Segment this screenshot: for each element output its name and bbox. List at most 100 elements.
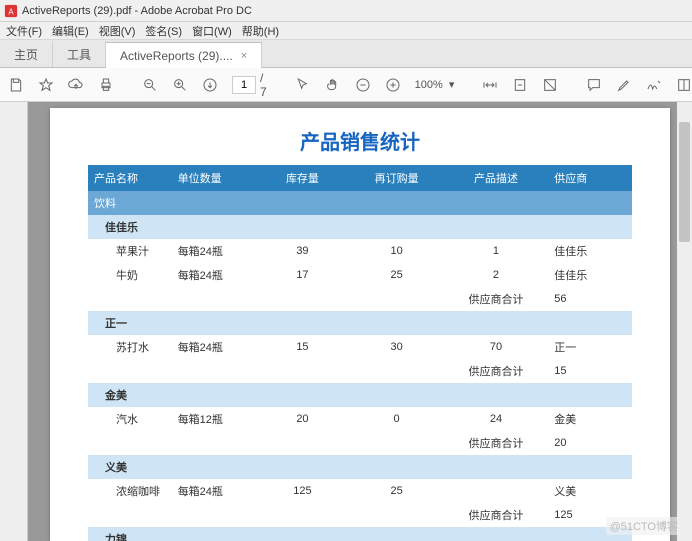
zoom-in-icon[interactable]	[172, 76, 188, 94]
fit-width-icon[interactable]	[482, 76, 498, 94]
menu-file[interactable]: 文件(F)	[6, 23, 42, 39]
subtotal-row: 供应商合计56	[88, 287, 632, 311]
read-mode-icon[interactable]	[542, 76, 558, 94]
cell-c5: 70	[444, 335, 549, 359]
cell-c1: 汽水	[88, 407, 172, 431]
zoom-level[interactable]: 100%▾	[415, 78, 455, 91]
cell-c2	[172, 191, 256, 215]
menu-view[interactable]: 视图(V)	[99, 23, 136, 39]
cell-c4: 10	[350, 239, 444, 263]
cell-c2: 每箱12瓶	[172, 407, 256, 431]
menu-help[interactable]: 帮助(H)	[242, 23, 279, 39]
cell-c4: 再订购量	[350, 165, 444, 191]
page-area: 产品销售统计 产品名称单位数量库存量再订购量产品描述供应商饮料 佳佳乐 苹果汁每…	[28, 102, 692, 541]
cell-c5: 供应商合计	[444, 359, 549, 383]
cell-c6: 供应商	[548, 165, 632, 191]
sign-icon[interactable]	[646, 76, 662, 94]
cell-c4: 0	[350, 407, 444, 431]
cell-c1	[88, 359, 172, 383]
cell-c3: 20	[255, 407, 349, 431]
group-row: 力锦	[88, 527, 632, 541]
tab-document[interactable]: ActiveReports (29).... ×	[106, 42, 262, 68]
cell-c4: 25	[350, 263, 444, 287]
cell-c6: 金美	[548, 407, 632, 431]
zoom-plus-icon[interactable]	[385, 76, 401, 94]
cell-c5	[444, 455, 549, 479]
pdf-app-icon: A	[4, 4, 18, 18]
subtotal-row: 供应商合计125	[88, 503, 632, 527]
tab-document-label: ActiveReports (29)....	[120, 49, 233, 63]
print-icon[interactable]	[98, 76, 114, 94]
cell-c3: 125	[255, 479, 349, 503]
table-row: 苹果汁每箱24瓶39101佳佳乐	[88, 239, 632, 263]
cell-c3	[255, 359, 349, 383]
cell-c4: 25	[350, 479, 444, 503]
comment-icon[interactable]	[586, 76, 602, 94]
scrollbar-thumb[interactable]	[679, 122, 690, 242]
menu-window[interactable]: 窗口(W)	[192, 23, 232, 39]
more-tools-icon[interactable]	[676, 76, 692, 94]
toolbar: / 7 100%▾	[0, 68, 692, 102]
cell-c1: 苏打水	[88, 335, 172, 359]
cell-c2	[172, 311, 256, 335]
cell-c5	[444, 479, 549, 503]
menu-edit[interactable]: 编辑(E)	[52, 23, 89, 39]
cell-c3	[255, 527, 349, 541]
cell-c2: 每箱24瓶	[172, 479, 256, 503]
chevron-down-icon: ▾	[449, 78, 455, 91]
cell-c6: 佳佳乐	[548, 239, 632, 263]
table-row: 苏打水每箱24瓶153070正一	[88, 335, 632, 359]
cell-c5: 1	[444, 239, 549, 263]
cell-c3	[255, 311, 349, 335]
tab-close-icon[interactable]: ×	[241, 50, 247, 62]
cell-c4	[350, 191, 444, 215]
left-sidebar[interactable]	[0, 102, 28, 541]
cell-c5: 供应商合计	[444, 287, 549, 311]
cell-c4	[350, 359, 444, 383]
cell-c1	[88, 287, 172, 311]
group-row: 义美	[88, 455, 632, 479]
tab-home[interactable]: 主页	[0, 41, 53, 67]
cell-c1: 金美	[88, 383, 172, 407]
save-icon[interactable]	[8, 76, 24, 94]
star-icon[interactable]	[38, 76, 54, 94]
cloud-upload-icon[interactable]	[68, 76, 84, 94]
cell-c2	[172, 503, 256, 527]
category-row: 饮料	[88, 191, 632, 215]
cell-c6: 56	[548, 287, 632, 311]
cell-c2	[172, 359, 256, 383]
vertical-scrollbar[interactable]	[677, 102, 692, 541]
report-table: 产品名称单位数量库存量再订购量产品描述供应商饮料 佳佳乐 苹果汁每箱24瓶391…	[88, 165, 632, 541]
cell-c4	[350, 455, 444, 479]
cell-c4	[350, 287, 444, 311]
page-current-input[interactable]	[232, 76, 256, 94]
cell-c5: 供应商合计	[444, 431, 549, 455]
cell-c6: 15	[548, 359, 632, 383]
cell-c4	[350, 215, 444, 239]
zoom-out-icon[interactable]	[142, 76, 158, 94]
cell-c6: 佳佳乐	[548, 263, 632, 287]
cell-c3	[255, 503, 349, 527]
cell-c2: 单位数量	[172, 165, 256, 191]
window-title: ActiveReports (29).pdf - Adobe Acrobat P…	[22, 5, 252, 17]
hand-tool-icon[interactable]	[325, 76, 341, 94]
pdf-page: 产品销售统计 产品名称单位数量库存量再订购量产品描述供应商饮料 佳佳乐 苹果汁每…	[50, 108, 670, 541]
tab-tools[interactable]: 工具	[53, 41, 106, 67]
cell-c2: 每箱24瓶	[172, 335, 256, 359]
cell-c2	[172, 431, 256, 455]
highlight-icon[interactable]	[616, 76, 632, 94]
menu-sign[interactable]: 签名(S)	[145, 23, 182, 39]
fit-page-icon[interactable]	[512, 76, 528, 94]
page-down-icon[interactable]	[202, 76, 218, 94]
cell-c5: 2	[444, 263, 549, 287]
cell-c3: 39	[255, 239, 349, 263]
cell-c4	[350, 311, 444, 335]
select-tool-icon[interactable]	[295, 76, 311, 94]
cell-c1: 义美	[88, 455, 172, 479]
group-row: 正一	[88, 311, 632, 335]
cell-c6: 正一	[548, 335, 632, 359]
zoom-minus-icon[interactable]	[355, 76, 371, 94]
cell-c1: 产品名称	[88, 165, 172, 191]
cell-c6	[548, 455, 632, 479]
tab-bar: 主页 工具 ActiveReports (29).... ×	[0, 40, 692, 68]
